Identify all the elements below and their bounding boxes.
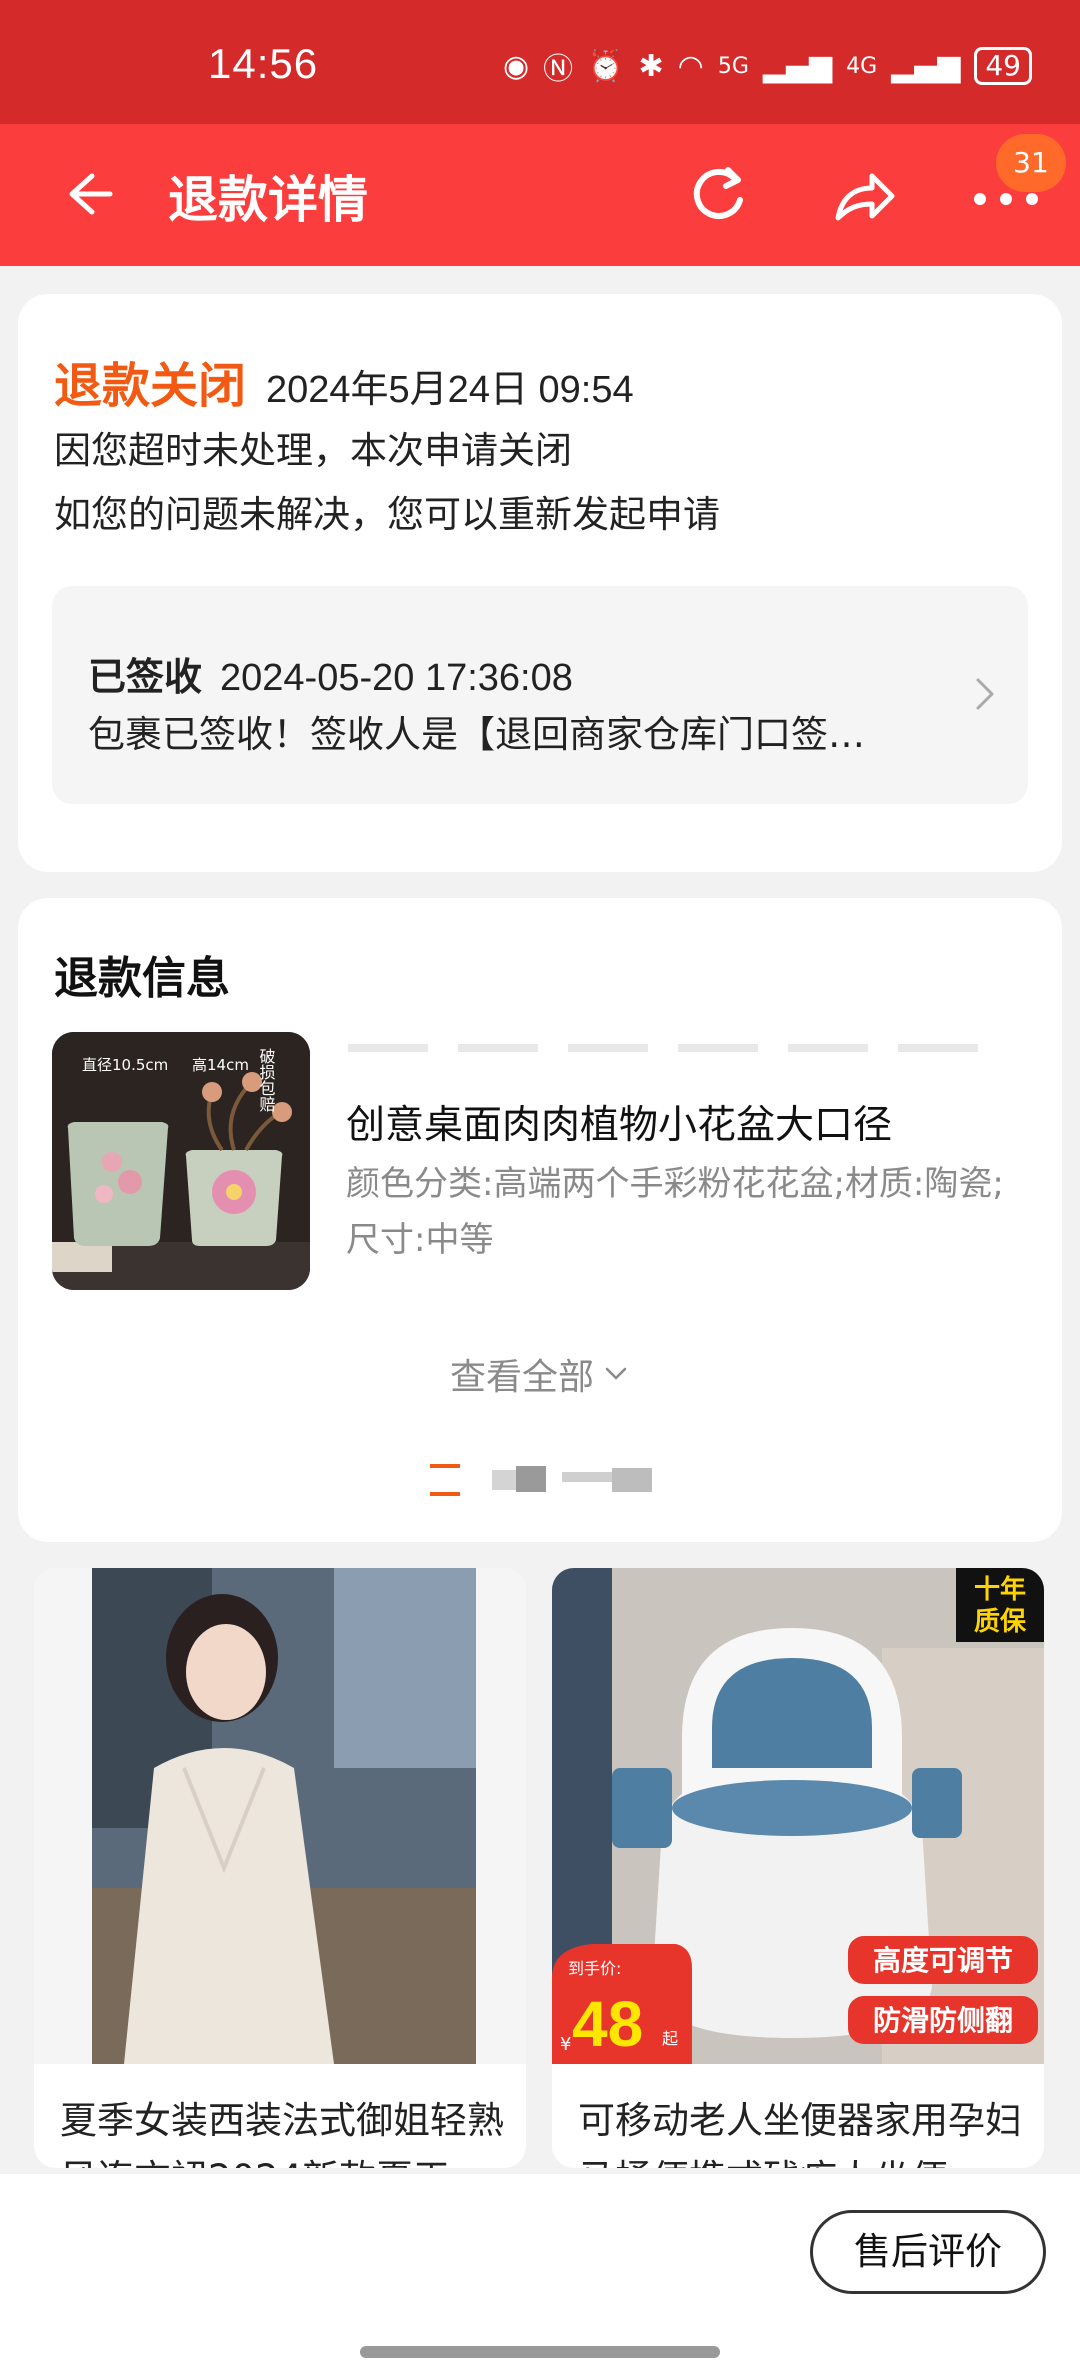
blurred-placeholder — [348, 1044, 988, 1058]
view-all-label: 查看全部 — [450, 1357, 595, 1398]
status-header: 退款关闭 2024年5月24日 09:54 — [54, 346, 634, 416]
signal-icon-2: ▂▄▆ — [891, 48, 961, 84]
notification-badge: 31 — [996, 134, 1066, 192]
logistics-header: 已签收 2024-05-20 17:36:08 — [88, 646, 573, 701]
status-time: 14:56 — [208, 40, 319, 87]
refund-info-title: 退款信息 — [54, 953, 230, 1004]
svg-text:高度可调节: 高度可调节 — [873, 1944, 1013, 1977]
product-image[interactable]: 直径10.5cm 高14cm 破损包赔 — [52, 1032, 310, 1290]
bottom-action-bar: 售后评价 — [0, 2174, 1080, 2376]
product-tag-height: 高14cm — [192, 1056, 249, 1074]
product-name[interactable]: 创意桌面肉肉植物小花盆大口径 — [346, 1094, 892, 1150]
logistics-status: 已签收 — [88, 655, 203, 699]
signal-5g-label: 5G — [717, 53, 749, 79]
chevron-right-icon — [976, 678, 994, 710]
product-tag-diameter: 直径10.5cm — [82, 1056, 168, 1074]
view-all-button[interactable]: 查看全部 — [450, 1348, 628, 1400]
nav-bar: 退款详情 — [0, 124, 1080, 266]
refund-status-hint: 如您的问题未解决，您可以重新发起申请 — [54, 493, 720, 536]
commode-product-image: 十年 质保 高度可调节 防滑防侧翻 到手价: ¥ 48 起 — [552, 1568, 1044, 2064]
svg-text:质保: 质保 — [974, 1607, 1027, 1637]
product-tag-guarantee: 破损包赔 — [257, 1048, 276, 1112]
logistics-time: 2024-05-20 17:36:08 — [220, 657, 573, 699]
battery-icon: 49 — [974, 47, 1032, 85]
home-indicator[interactable] — [360, 2346, 720, 2358]
svg-text:到手价:: 到手价: — [568, 1959, 621, 1978]
logistics-desc: 包裹已签收！签收人是【退回商家仓库门口签… — [88, 713, 865, 756]
recommendation-title: 夏季女装西装法式御姐轻熟风连衣裙2024新款夏天 — [60, 2099, 504, 2168]
svg-text:起: 起 — [662, 2029, 678, 2048]
svg-text:¥: ¥ — [560, 2034, 571, 2055]
nfc-icon: Ⓝ — [543, 52, 574, 87]
logistics-entry[interactable]: 已签收 2024-05-20 17:36:08 包裹已签收！签收人是【退回商家仓… — [52, 586, 1028, 804]
refund-info-card: 退款信息 直径10.5cm 高14cm 破损包赔 创意桌面肉肉植物小花盆大口径 … — [18, 898, 1062, 1542]
eye-icon: ◉ — [502, 48, 530, 84]
svg-text:十年: 十年 — [974, 1574, 1026, 1605]
bluetooth-icon: ✱ — [638, 48, 664, 84]
alarm-icon: ⏰ — [587, 48, 625, 84]
after-sale-review-button[interactable]: 售后评价 — [810, 2210, 1046, 2294]
recommendation-card[interactable]: 夏季女装西装法式御姐轻熟风连衣裙2024新款夏天 — [34, 1568, 526, 2168]
page-title: 退款详情 — [168, 171, 368, 229]
status-bar: 14:56 ◉ Ⓝ ⏰ ✱ ◠ 5G ▂▄▆ 4G ▂▄▆ 49 — [0, 0, 1080, 124]
svg-text:48: 48 — [572, 1988, 643, 2060]
dress-product-image — [34, 1568, 526, 2064]
back-arrow-icon[interactable] — [52, 162, 116, 226]
signal-4g-label: 4G — [846, 53, 878, 79]
flower-pot-illustration: 直径10.5cm 高14cm 破损包赔 — [52, 1032, 310, 1290]
svg-text:防滑防侧翻: 防滑防侧翻 — [873, 2004, 1013, 2037]
product-spec: 颜色分类:高端两个手彩粉花花盆;材质:陶瓷;尺寸:中等 — [346, 1164, 1004, 1260]
chevron-down-icon — [605, 1367, 627, 1380]
refund-status-title: 退款关闭 — [54, 358, 247, 414]
tab-indicator — [430, 1464, 652, 1496]
refund-status-card: 退款关闭 2024年5月24日 09:54 因您超时未处理，本次申请关闭 如您的… — [18, 294, 1062, 872]
wifi-icon: ◠ — [677, 48, 704, 84]
recommendation-card[interactable]: 十年 质保 高度可调节 防滑防侧翻 到手价: ¥ 48 起 可移动老人坐便器家用… — [552, 1568, 1044, 2168]
refresh-icon[interactable] — [684, 160, 756, 232]
status-icons: ◉ Ⓝ ⏰ ✱ ◠ 5G ▂▄▆ 4G ▂▄▆ 49 — [503, 44, 1032, 88]
recommendation-title: 可移动老人坐便器家用孕妇马桶便携式残疾人坐便 — [578, 2099, 1022, 2168]
refund-status-date: 2024年5月24日 09:54 — [266, 369, 634, 411]
refund-status-desc: 因您超时未处理，本次申请关闭 — [54, 429, 572, 472]
share-icon[interactable] — [828, 160, 900, 232]
signal-icon: ▂▄▆ — [762, 48, 833, 84]
